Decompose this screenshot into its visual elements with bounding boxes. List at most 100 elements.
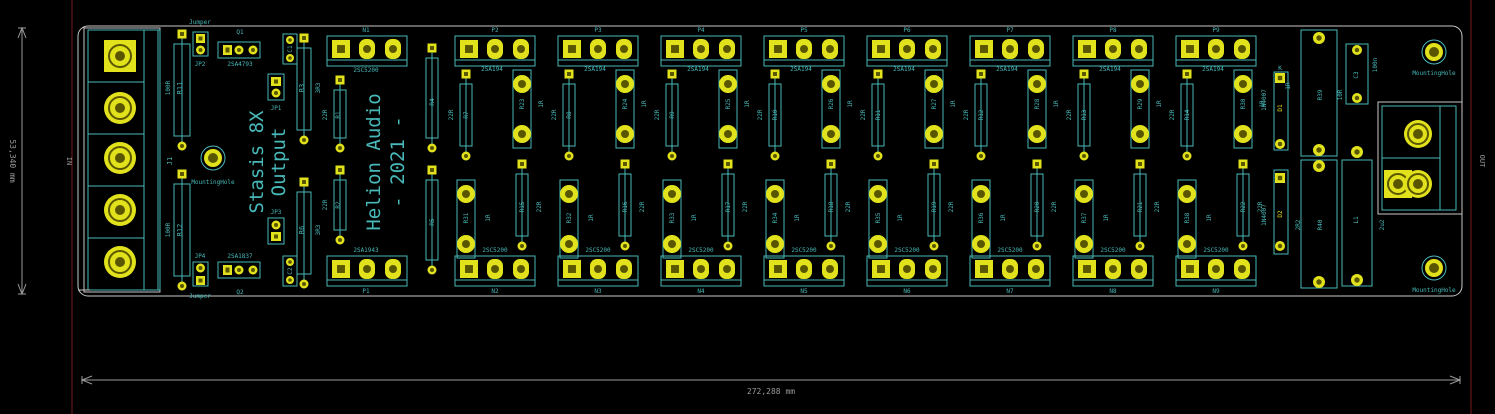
drill-hole [565, 190, 573, 198]
drill-hole [827, 130, 835, 138]
gate-top-ref: R8 [566, 111, 573, 119]
drill-hole [774, 45, 782, 53]
drill-hole [1354, 277, 1360, 283]
drill-hole [302, 180, 306, 184]
emitter-top-ref: R23 [519, 98, 526, 109]
drill-hole [302, 36, 306, 40]
l1-ref: L1 [1353, 216, 1360, 224]
out-r-mid-value: 1R [1285, 82, 1292, 90]
drill-hole [771, 190, 779, 198]
diode-cathode-label: K [1278, 65, 1282, 72]
drill-hole [567, 72, 571, 76]
drill-hole [1035, 162, 1039, 166]
drill-hole [725, 243, 731, 249]
gate-top-value: 22R [1169, 109, 1176, 120]
drill-hole [519, 243, 525, 249]
drill-hole [1032, 45, 1040, 53]
drill-hole [465, 265, 473, 273]
drill-hole [1277, 75, 1283, 81]
drill-hole [723, 45, 731, 53]
drill-hole [462, 190, 470, 198]
drill-hole [179, 283, 185, 289]
mounting-hole-right-bottom [1421, 255, 1447, 281]
drill-hole [1033, 80, 1041, 88]
q2-ref: Q2 [236, 289, 244, 296]
drill-hole [1238, 45, 1246, 53]
emitter-top-ref: R29 [1137, 98, 1144, 109]
drill-hole [491, 45, 499, 53]
drill-hole [518, 80, 526, 88]
gate-top-ref: R7 [463, 111, 470, 119]
emitter-bot-value: 1R [691, 214, 698, 222]
drill-hole [621, 80, 629, 88]
emitter-bot-ref: R31 [463, 212, 470, 223]
gate-top-ref: R9 [669, 111, 676, 119]
emitter-bot-ref: R34 [772, 212, 779, 223]
drill-hole [774, 265, 782, 273]
drill-hole [429, 267, 435, 273]
mounting-hole-right-bottom-label: MountingHole [1412, 287, 1456, 294]
drill-hole [1316, 163, 1322, 169]
p1-ref: P1 [362, 288, 370, 295]
drill-hole [389, 45, 397, 53]
drill-hole [723, 265, 731, 273]
gate-bot-ref: R16 [622, 201, 629, 212]
drill-hole [180, 32, 184, 36]
d2-ref: D2 [1277, 210, 1284, 218]
drill-hole [668, 190, 676, 198]
gate-top-value: 22R [757, 109, 764, 120]
r39-value: 10R [1337, 89, 1344, 100]
drill-hole [1240, 243, 1246, 249]
drill-hole [338, 168, 342, 172]
drill-hole [566, 153, 572, 159]
n-transistor-part: 2SC5200 [791, 247, 817, 254]
drill-hole [697, 45, 705, 53]
drill-hole [1238, 265, 1246, 273]
c1-ref: C1 [287, 45, 294, 53]
r-bot-value: 100R [165, 222, 172, 237]
drill-hole [1006, 265, 1014, 273]
terminal-pad-5 [104, 246, 136, 278]
drill-hole [430, 46, 434, 50]
drill-hole [179, 143, 185, 149]
r1-ref: R1 [335, 111, 342, 119]
drill-hole [517, 265, 525, 273]
emitter-top-value: 1R [950, 100, 957, 108]
drill-hole [1186, 265, 1194, 273]
drill-hole [1185, 72, 1189, 76]
gate-top-ref: R12 [978, 109, 985, 120]
drill-hole [670, 72, 674, 76]
terminal-pad-4 [104, 194, 136, 226]
q2-part: 2SA1837 [227, 253, 253, 260]
drill-hole [1239, 80, 1247, 88]
drill-hole [726, 162, 730, 166]
drill-hole [363, 45, 371, 53]
dimension-width-label: 272,288 mm [747, 387, 795, 396]
jumper-bottom-label: Jumper [189, 293, 211, 300]
drill-hole [568, 45, 576, 53]
drill-hole [874, 190, 882, 198]
p-transistor-ref: P3 [594, 27, 602, 34]
diode-d1-part: 1N4007 [1261, 89, 1268, 111]
r2-value: 22R [322, 199, 329, 210]
emitter-bot-value: 1R [1103, 214, 1110, 222]
drill-hole [826, 45, 834, 53]
r2-ref: R2 [335, 201, 342, 209]
p-transistor-part: 2SA194 [790, 66, 812, 73]
drill-hole [800, 265, 808, 273]
drill-hole [929, 265, 937, 273]
p-transistor-part: 2SA194 [996, 66, 1018, 73]
drill-hole [671, 265, 679, 273]
drill-hole [1137, 243, 1143, 249]
p-transistor-ref: P7 [1006, 27, 1014, 34]
drill-hole [623, 162, 627, 166]
p-transistor-part: 2SA194 [687, 66, 709, 73]
drill-hole [1083, 265, 1091, 273]
mounting-hole-right-top-label: MountingHole [1412, 70, 1456, 77]
emitter-bot-ref: R33 [669, 212, 676, 223]
drill-hole [827, 80, 835, 88]
p-transistor-part: 2SA194 [481, 66, 503, 73]
gate-bot-ref: R19 [931, 201, 938, 212]
gate-bot-value: 22R [536, 201, 543, 212]
drill-hole [671, 45, 679, 53]
